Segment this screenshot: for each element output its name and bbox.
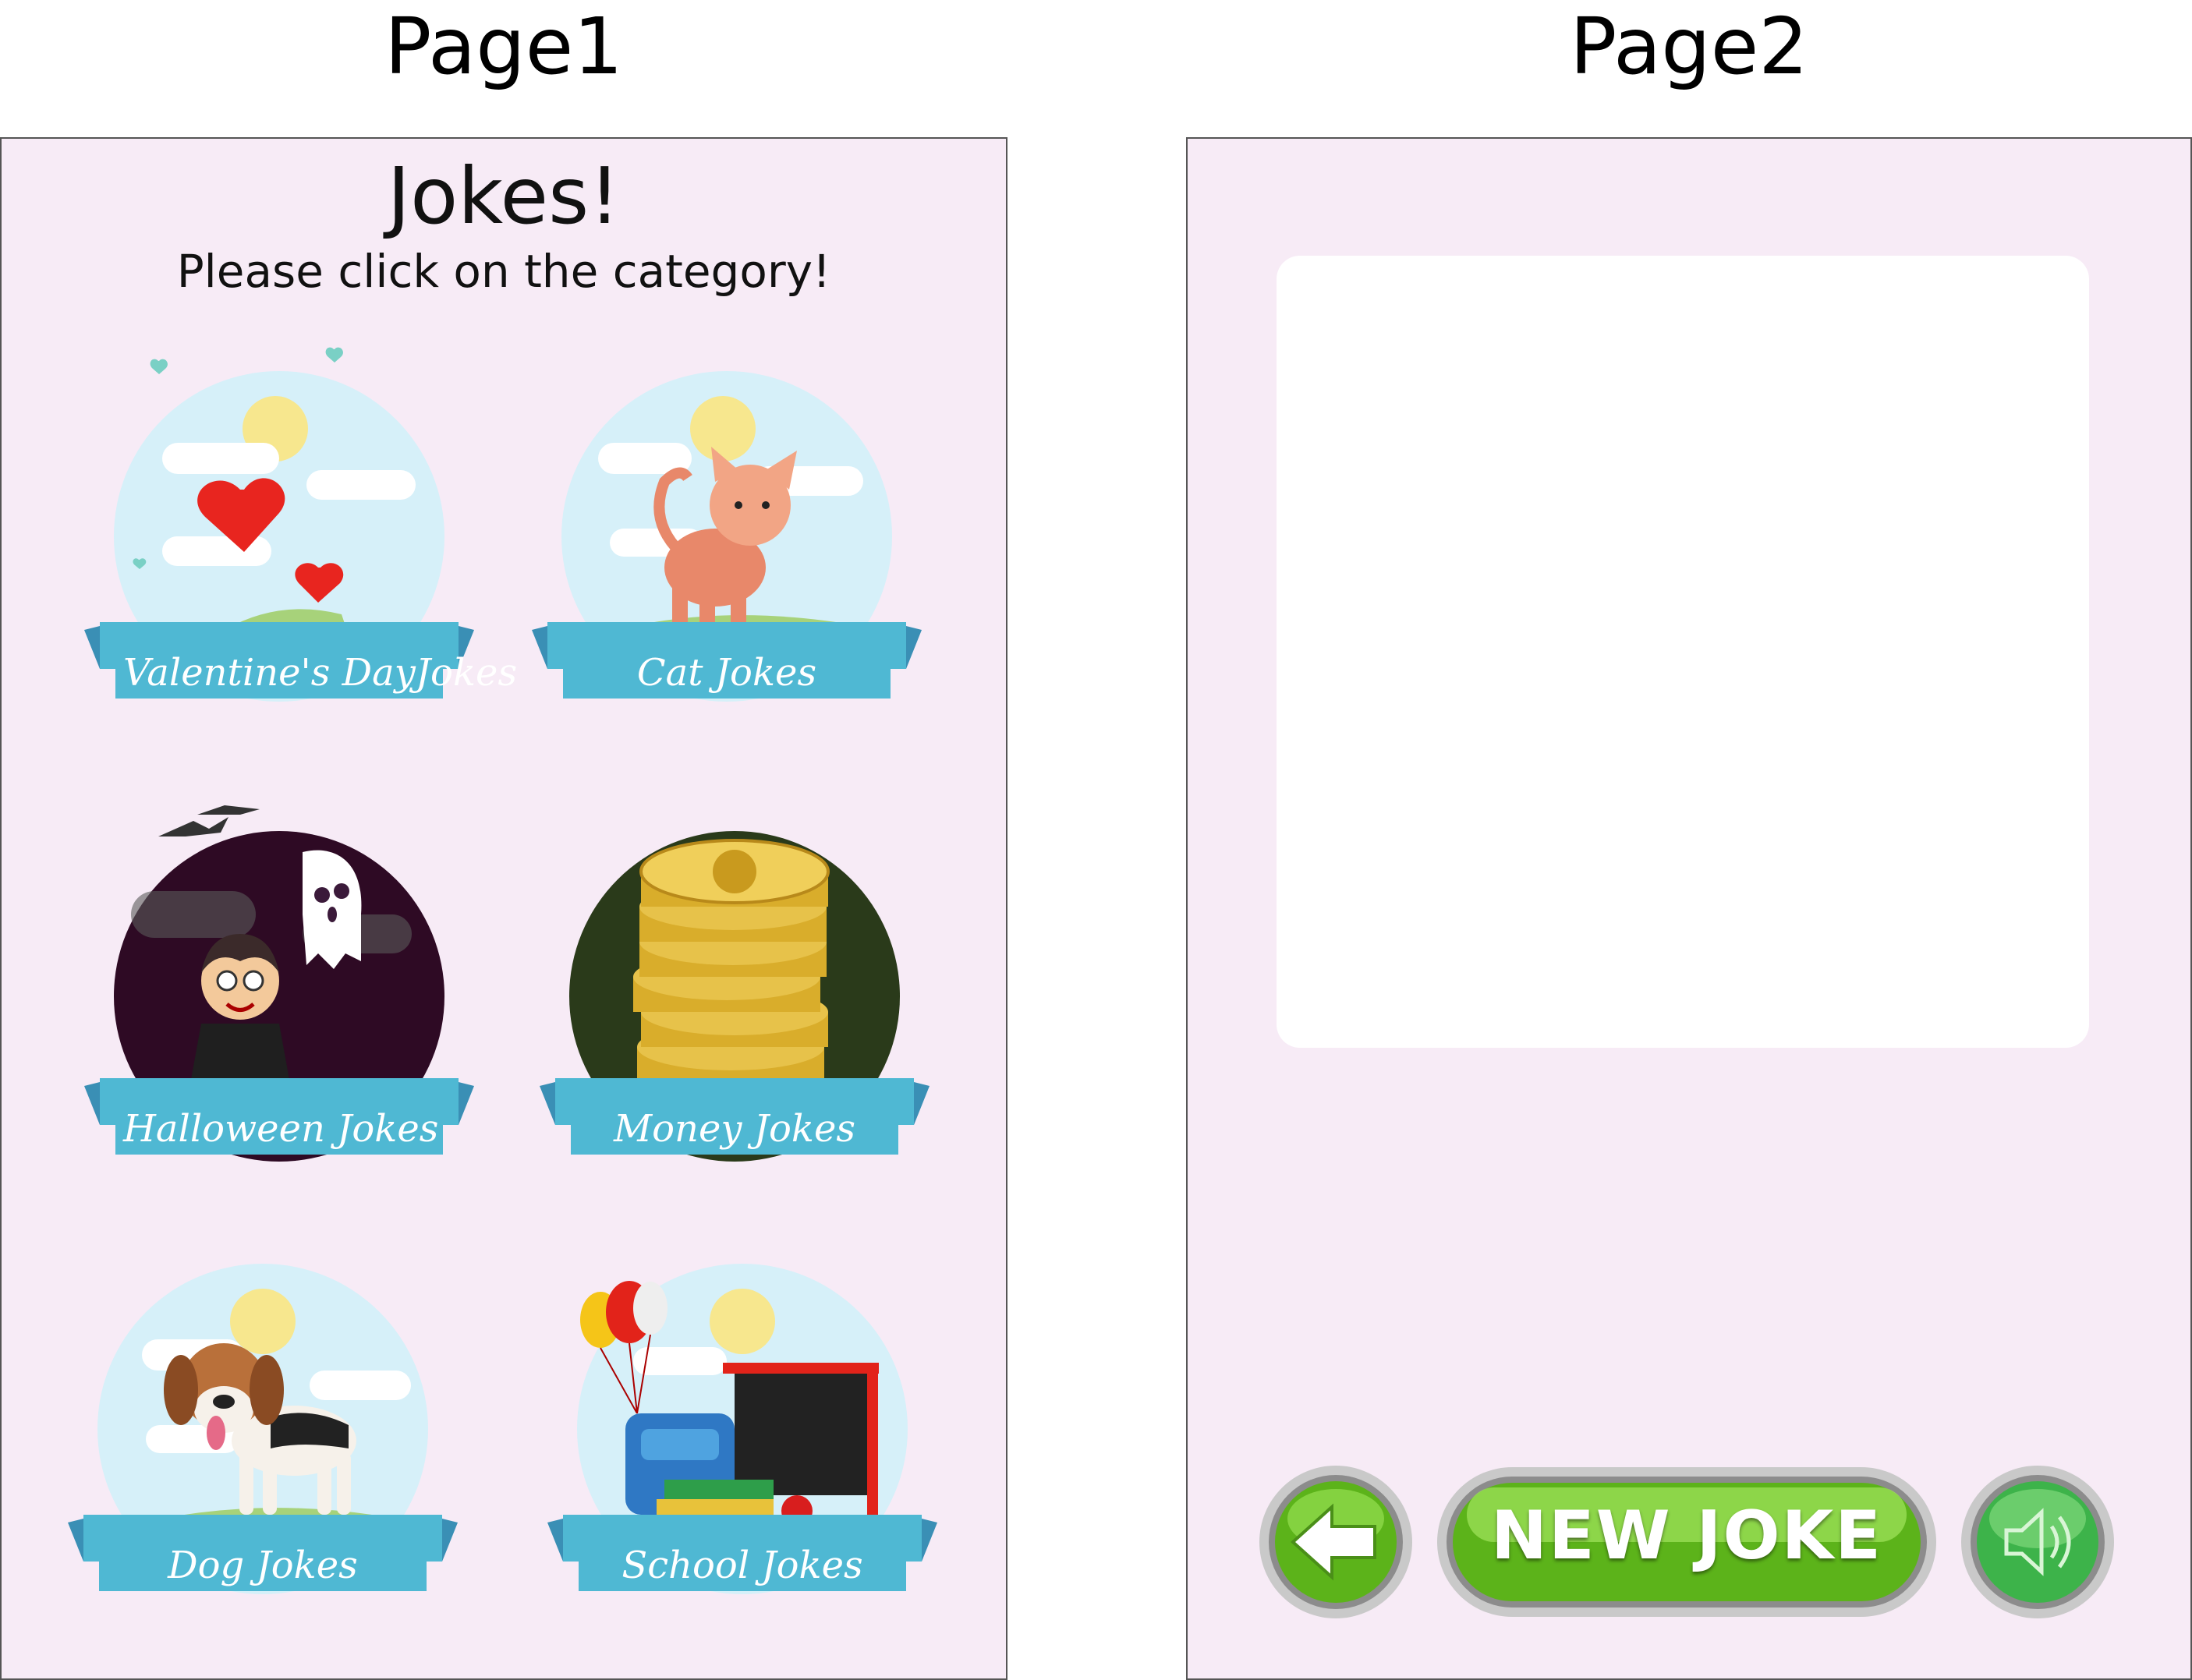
page1-screen: Jokes! Please click on the category! Val… xyxy=(0,137,1007,1680)
back-button[interactable] xyxy=(1258,1464,1414,1620)
category-card-money[interactable]: Money Jokes xyxy=(540,798,930,1164)
category-card-school[interactable]: School Jokes xyxy=(547,1234,937,1600)
speaker-icon xyxy=(1961,1466,2114,1618)
category-label: Money Jokes xyxy=(613,1107,855,1151)
joke-display-box xyxy=(1277,256,2089,1048)
joke-text xyxy=(1277,256,2089,318)
page2-label: Page2 xyxy=(1570,1,1808,92)
back-arrow-icon xyxy=(1259,1466,1412,1618)
new-joke-button[interactable]: NEW JOKE xyxy=(1436,1466,1938,1618)
category-card-valentines[interactable]: Valentine's DayJokes xyxy=(84,341,518,708)
sound-button[interactable] xyxy=(1960,1464,2116,1620)
page1-label: Page1 xyxy=(384,1,623,92)
category-label: School Jokes xyxy=(621,1544,863,1587)
page-subtitle: Please click on the category! xyxy=(176,245,831,298)
category-label: Dog Jokes xyxy=(168,1544,358,1587)
category-label: Valentine's DayJokes xyxy=(123,651,518,695)
category-label: Halloween Jokes xyxy=(123,1107,439,1151)
category-label: Cat Jokes xyxy=(636,651,817,695)
category-card-cat[interactable]: Cat Jokes xyxy=(532,341,922,708)
category-card-dog[interactable]: Dog Jokes xyxy=(68,1234,458,1600)
page2-screen: NEW JOKE xyxy=(1186,137,2192,1680)
page-title: Jokes! xyxy=(387,150,621,242)
category-card-halloween[interactable]: Halloween Jokes xyxy=(84,798,474,1164)
new-joke-label: NEW JOKE xyxy=(1490,1497,1883,1575)
